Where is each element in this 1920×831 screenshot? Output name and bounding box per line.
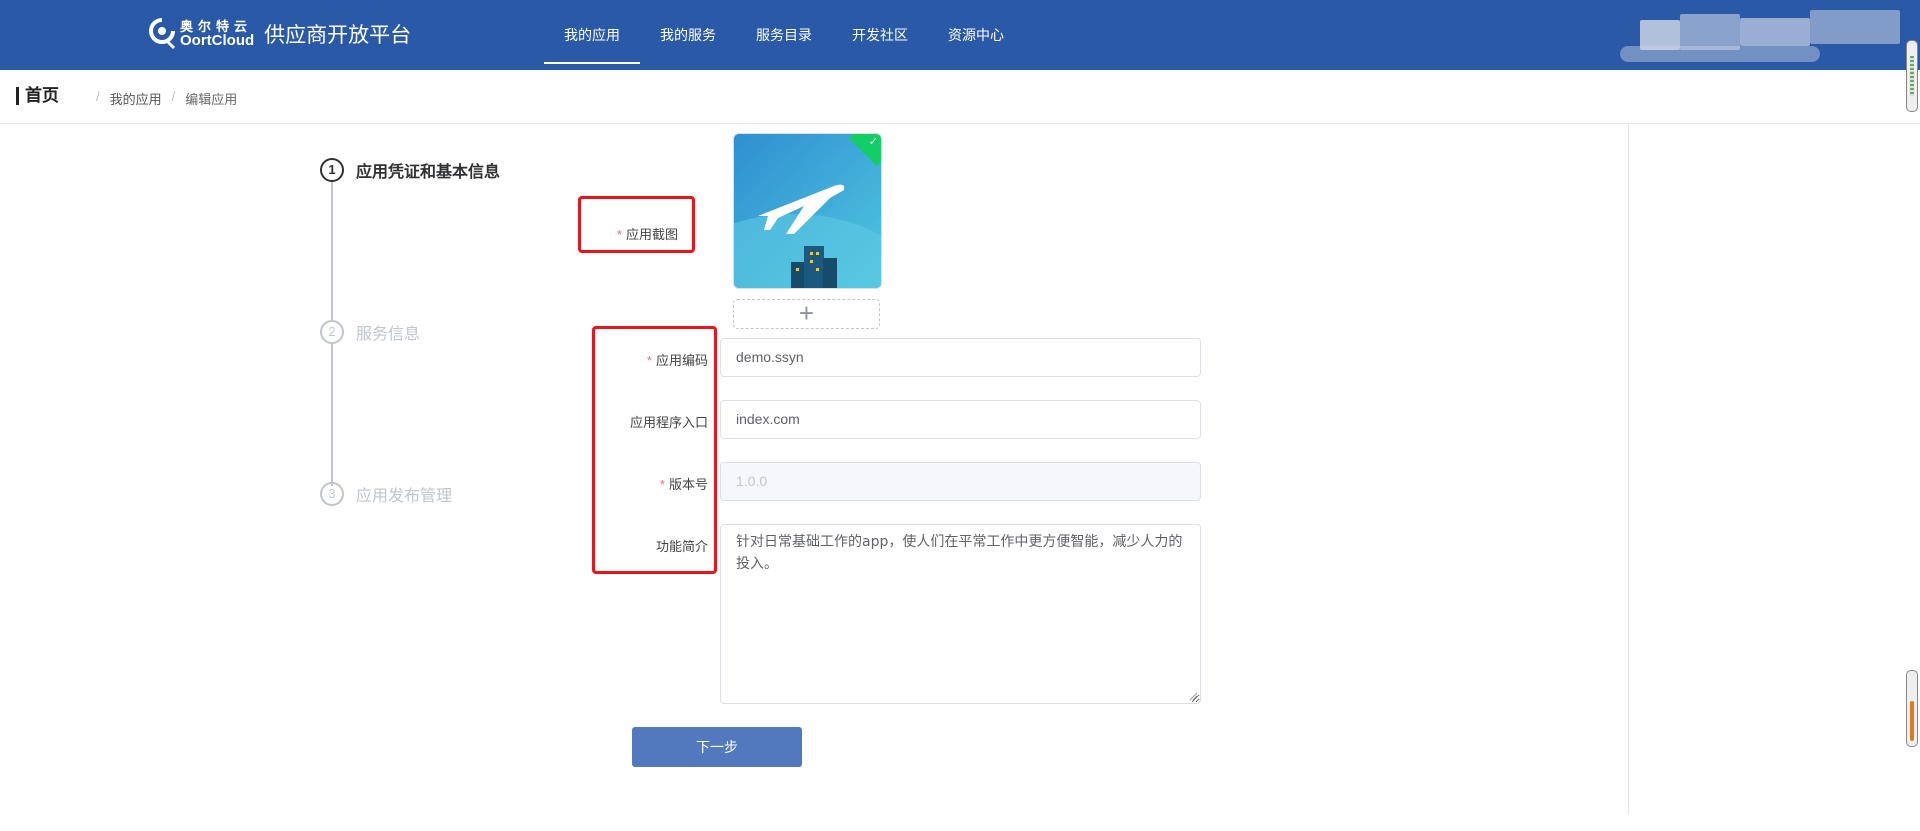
scrollbar-bottom[interactable] (1906, 670, 1918, 747)
screenshot-label: * 应用截图 (528, 224, 678, 243)
resize-grip-icon[interactable] (1188, 691, 1198, 701)
app-code-label: * 应用编码 (558, 350, 708, 369)
step-label: 应用凭证和基本信息 (356, 164, 501, 181)
app-screenshot-thumbnail[interactable]: ✓ (733, 133, 882, 289)
oortcloud-logo-icon (148, 16, 176, 52)
step-number: 3 (320, 482, 344, 506)
main-nav: 我的应用 我的服务 服务目录 开发社区 资源中心 (544, 0, 1024, 70)
logo-en-text: OortCloud (180, 32, 255, 49)
plus-icon: + (798, 298, 815, 328)
intro-label: 功能简介 (558, 536, 708, 555)
right-divider (1628, 124, 1629, 814)
required-mark: * (659, 477, 665, 492)
step-number: 2 (320, 320, 344, 344)
step-label: 服务信息 (356, 326, 421, 343)
breadcrumb-my-apps[interactable]: 我的应用 (110, 89, 162, 108)
entry-label-text: 应用程序入口 (629, 415, 708, 430)
check-icon: ✓ (868, 136, 878, 148)
step-label: 应用发布管理 (356, 488, 453, 505)
nav-resource-center[interactable]: 资源中心 (928, 0, 1024, 70)
step-1[interactable]: 1 应用凭证和基本信息 (320, 158, 500, 182)
app-code-label-text: 应用编码 (655, 353, 708, 368)
next-step-button[interactable]: 下一步 (632, 727, 802, 767)
brand-logo[interactable]: 奥尔特云 OortCloud 供应商开放平台 (148, 16, 411, 52)
breadcrumb-separator: / (96, 89, 100, 104)
airplane-app-icon (734, 134, 881, 288)
scrollbar-top[interactable] (1906, 40, 1918, 112)
version-input[interactable]: 1.0.0 (720, 462, 1201, 501)
add-screenshot-button[interactable]: + (733, 299, 880, 329)
breadcrumb-edit-app: 编辑应用 (185, 92, 238, 107)
required-mark: * (646, 353, 652, 368)
nav-service-catalog[interactable]: 服务目录 (736, 0, 832, 70)
breadcrumb-home[interactable]: 首页 (16, 87, 59, 105)
top-navbar: 奥尔特云 OortCloud 供应商开放平台 我的应用 我的服务 服务目录 开发… (0, 0, 1920, 70)
user-area-blurred[interactable] (1620, 0, 1920, 70)
screenshot-label-text: 应用截图 (625, 227, 678, 242)
breadcrumb: 首页 / 我的应用 / 编辑应用 (0, 70, 1920, 124)
step-number: 1 (320, 158, 344, 182)
required-mark: * (616, 227, 622, 242)
step-2[interactable]: 2 服务信息 (320, 320, 420, 344)
nav-dev-community[interactable]: 开发社区 (832, 0, 928, 70)
intro-textarea[interactable]: 针对日常基础工作的app，使人们在平常工作中更方便智能，减少人力的投入。 (720, 524, 1201, 704)
nav-my-services[interactable]: 我的服务 (640, 0, 736, 70)
intro-label-text: 功能简介 (655, 539, 708, 554)
version-label: * 版本号 (558, 474, 708, 493)
platform-title: 供应商开放平台 (264, 24, 412, 47)
breadcrumb-separator: / (171, 89, 176, 104)
entry-input[interactable]: index.com (720, 400, 1201, 439)
version-label-text: 版本号 (668, 477, 708, 492)
step-3[interactable]: 3 应用发布管理 (320, 482, 452, 506)
entry-label: 应用程序入口 (558, 412, 708, 431)
step-connector (331, 181, 333, 320)
intro-text: 针对日常基础工作的app，使人们在平常工作中更方便智能，减少人力的投入。 (736, 534, 1183, 572)
nav-my-apps[interactable]: 我的应用 (544, 0, 640, 70)
step-connector (331, 344, 333, 486)
app-code-input[interactable]: demo.ssyn (720, 338, 1201, 377)
